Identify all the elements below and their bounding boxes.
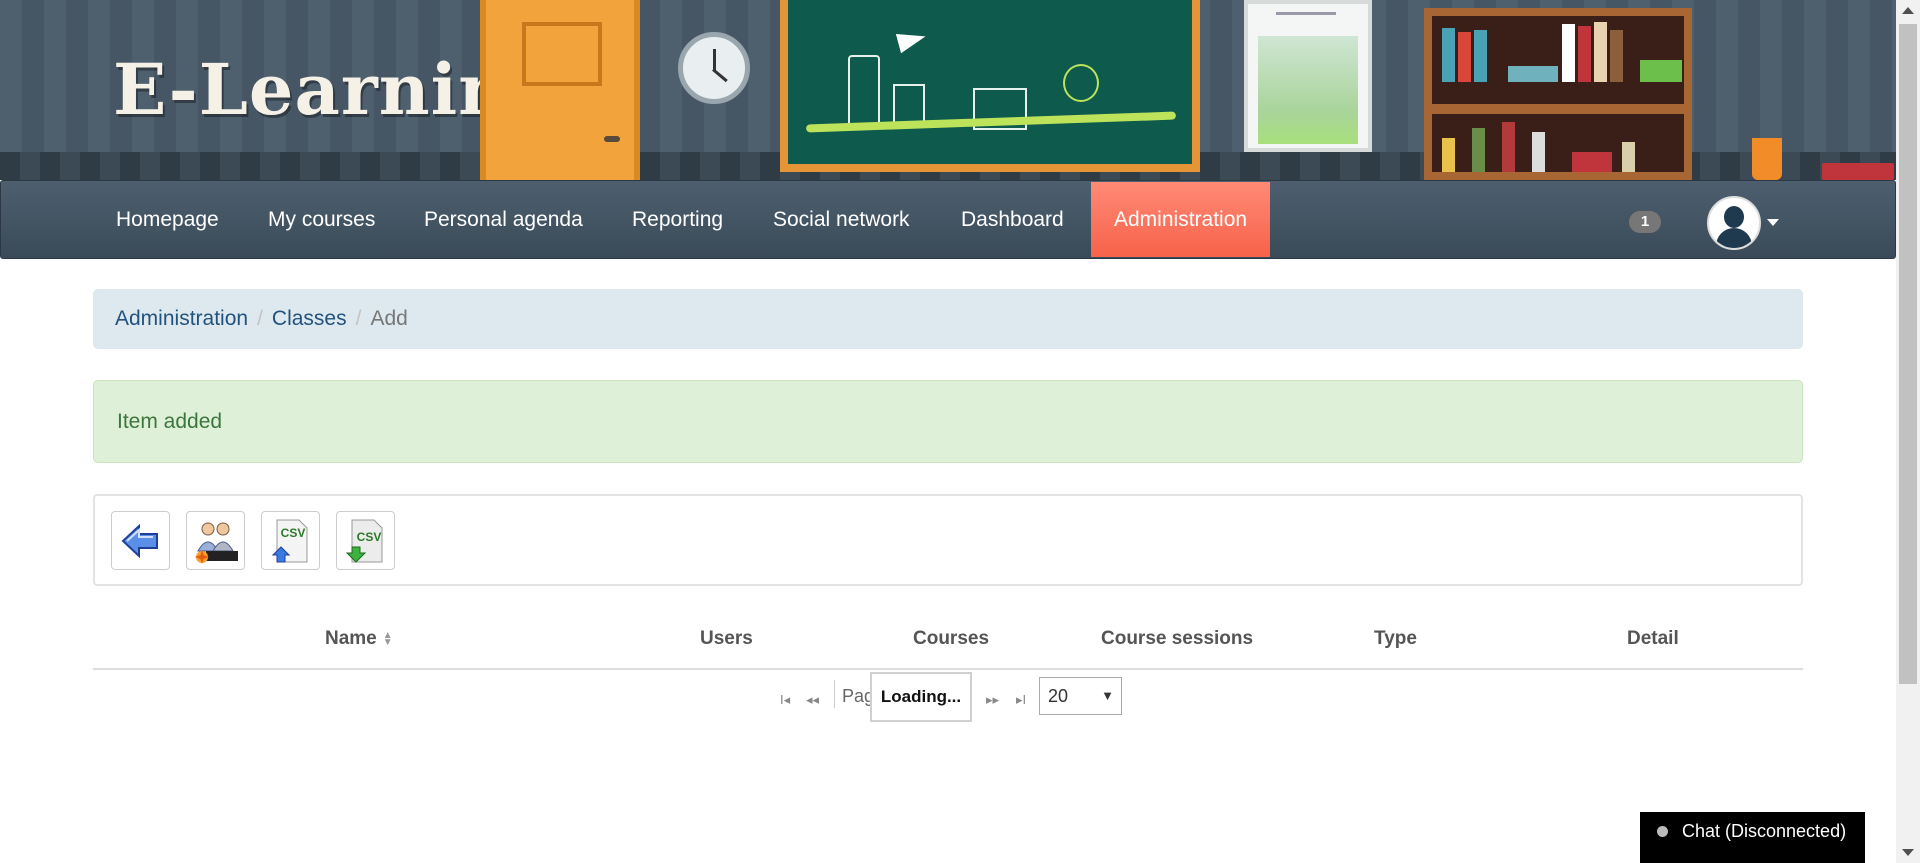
bookshelf-illustration bbox=[1424, 8, 1692, 180]
column-header-name[interactable]: Name ▲ ▼ bbox=[325, 628, 393, 650]
back-arrow-icon bbox=[121, 523, 158, 559]
previous-page-icon[interactable]: ◂◂ bbox=[806, 692, 819, 708]
scroll-down-icon[interactable] bbox=[1902, 849, 1914, 856]
loading-indicator: Loading... bbox=[870, 672, 972, 722]
breadcrumb-separator: / bbox=[257, 307, 263, 330]
table-header: Name ▲ ▼ Users Courses Course sessions Typ… bbox=[93, 610, 1803, 670]
csv-export-text: CSV bbox=[357, 530, 382, 544]
vertical-scrollbar[interactable] bbox=[1896, 0, 1920, 863]
nav-item-dashboard[interactable]: Dashboard bbox=[961, 181, 1064, 258]
sort-icon[interactable]: ▲ ▼ bbox=[383, 630, 393, 647]
clock-illustration bbox=[678, 32, 750, 104]
nav-item-social-network[interactable]: Social network bbox=[773, 181, 910, 258]
rows-per-page-select[interactable]: 20 ▼ bbox=[1039, 677, 1122, 715]
breadcrumb-administration[interactable]: Administration bbox=[115, 307, 248, 330]
nav-item-my-courses[interactable]: My courses bbox=[268, 181, 375, 258]
first-page-icon[interactable]: I◂ bbox=[780, 692, 790, 708]
breadcrumb-classes[interactable]: Classes bbox=[272, 307, 347, 330]
success-alert: Item added bbox=[93, 380, 1803, 463]
back-button[interactable] bbox=[111, 511, 170, 570]
dropdown-arrow-icon: ▼ bbox=[1101, 688, 1114, 703]
column-header-users[interactable]: Users bbox=[700, 628, 753, 650]
actions-toolbar: CSV CSV bbox=[93, 494, 1803, 586]
csv-export-icon: CSV bbox=[345, 519, 383, 563]
main-navbar: Homepage My courses Personal agenda Repo… bbox=[0, 180, 1896, 259]
nav-item-personal-agenda[interactable]: Personal agenda bbox=[424, 181, 583, 258]
breadcrumb-current: Add bbox=[370, 307, 408, 330]
add-class-icon bbox=[195, 522, 238, 564]
notification-badge[interactable]: 1 bbox=[1629, 211, 1661, 233]
user-avatar[interactable] bbox=[1707, 196, 1761, 250]
scroll-up-icon[interactable] bbox=[1902, 7, 1914, 14]
nav-item-reporting[interactable]: Reporting bbox=[632, 181, 723, 258]
csv-import-button[interactable]: CSV bbox=[261, 511, 320, 570]
picture-frame-illustration bbox=[1244, 0, 1372, 152]
breadcrumb: Administration / Classes / Add bbox=[93, 289, 1803, 349]
column-header-type[interactable]: Type bbox=[1374, 628, 1417, 650]
door-illustration bbox=[480, 0, 640, 180]
red-book-illustration bbox=[1822, 163, 1894, 180]
chalkboard-illustration bbox=[780, 0, 1200, 172]
rows-per-page-value: 20 bbox=[1048, 686, 1069, 706]
add-class-button[interactable] bbox=[186, 511, 245, 570]
column-header-courses[interactable]: Courses bbox=[913, 628, 989, 650]
header-banner: E-Learning bbox=[0, 0, 1896, 180]
chat-widget[interactable]: Chat (Disconnected) bbox=[1640, 812, 1865, 863]
status-dot-icon bbox=[1657, 826, 1668, 837]
user-silhouette-icon bbox=[1724, 206, 1744, 228]
column-header-name-label: Name bbox=[325, 628, 377, 649]
user-menu-caret-icon[interactable] bbox=[1767, 219, 1779, 226]
table-pager: I◂ ◂◂ Pag Loading... ▸▸ ▸I 20 ▼ bbox=[0, 672, 1920, 722]
next-page-icon[interactable]: ▸▸ bbox=[986, 692, 999, 708]
column-header-course-sessions[interactable]: Course sessions bbox=[1101, 628, 1253, 650]
nav-item-homepage[interactable]: Homepage bbox=[116, 181, 219, 258]
csv-export-button[interactable]: CSV bbox=[336, 511, 395, 570]
csv-import-text: CSV bbox=[281, 526, 306, 540]
pencil-cup-illustration bbox=[1752, 138, 1782, 180]
column-header-detail[interactable]: Detail bbox=[1627, 628, 1679, 650]
breadcrumb-separator: / bbox=[355, 307, 362, 330]
nav-item-administration[interactable]: Administration bbox=[1091, 182, 1271, 257]
chat-label: Chat (Disconnected) bbox=[1682, 821, 1847, 841]
last-page-icon[interactable]: ▸I bbox=[1016, 692, 1026, 708]
scrollbar-thumb[interactable] bbox=[1899, 24, 1917, 684]
csv-import-icon: CSV bbox=[271, 519, 308, 563]
